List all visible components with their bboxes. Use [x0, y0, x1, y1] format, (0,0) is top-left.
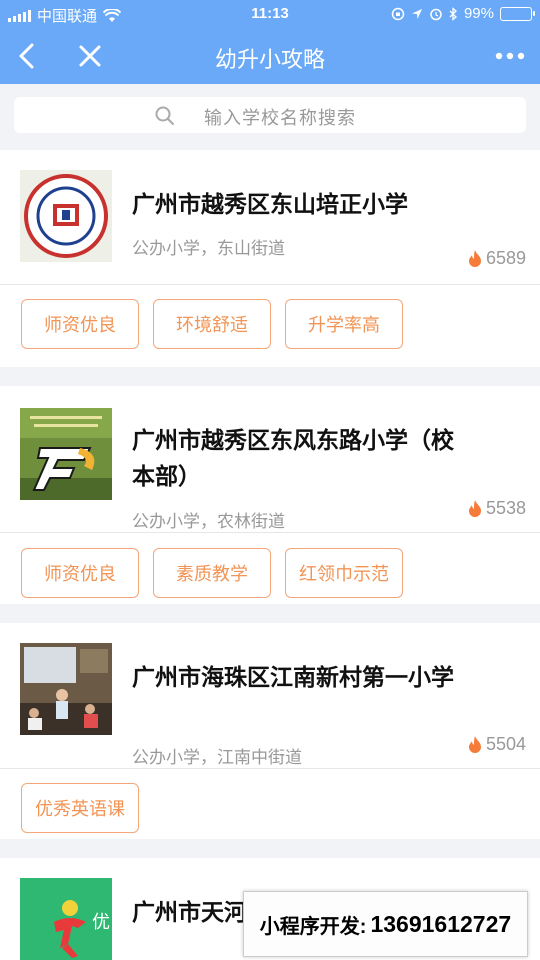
school-info: 公办小学，东山街道 — [132, 239, 285, 258]
search-area: 输入学校名称搜索 — [0, 84, 540, 148]
popularity-count: 6589 — [485, 248, 526, 268]
flame-icon — [468, 499, 481, 517]
battery-percent: 99% — [463, 5, 494, 22]
school-info: 公办小学，江南中街道 — [132, 748, 302, 767]
school-tag[interactable]: 优秀英语课 — [21, 783, 139, 833]
search-placeholder: 输入学校名称搜索 — [204, 108, 356, 128]
school-card[interactable]: 广州市越秀区东风东路小学（校本部） 公办小学，农林街道 5538 师资优良 素质… — [0, 386, 540, 604]
school-tag[interactable]: 素质教学 — [153, 548, 271, 598]
bluetooth-icon — [449, 6, 457, 21]
location-icon — [411, 8, 422, 19]
search-icon — [155, 106, 174, 125]
popularity-count: 5538 — [485, 498, 526, 518]
more-icon[interactable] — [490, 38, 530, 74]
developer-phone: 13691612727 — [370, 910, 512, 937]
status-bar: 中国联通 11:13 99% — [0, 0, 540, 28]
school-logo — [20, 170, 112, 262]
school-tag[interactable]: 师资优良 — [21, 548, 139, 598]
school-logo: 优 — [20, 878, 112, 960]
svg-text:优: 优 — [92, 912, 110, 933]
divider — [0, 532, 540, 533]
school-name: 广州市海珠区江南新村第一小学 — [132, 664, 454, 690]
school-tag[interactable]: 升学率高 — [285, 299, 403, 349]
popularity: 5538 — [466, 498, 526, 519]
school-photo — [20, 643, 112, 735]
popularity: 6589 — [466, 248, 526, 269]
page-title: 幼升小攻略 — [214, 47, 325, 72]
divider — [0, 284, 540, 285]
school-card[interactable]: 广州市越秀区东山培正小学 公办小学，东山街道 6589 师资优良 环境舒适 升学… — [0, 150, 540, 367]
flame-icon — [468, 249, 481, 267]
school-card[interactable]: 广州市海珠区江南新村第一小学 公办小学，江南中街道 5504 优秀英语课 — [0, 623, 540, 839]
popularity-count: 5504 — [485, 734, 526, 754]
search-input[interactable]: 输入学校名称搜索 — [14, 97, 526, 133]
developer-label: 小程序开发: — [259, 915, 367, 938]
school-name: 广州市越秀区东山培正小学 — [132, 191, 408, 217]
developer-contact-banner: 小程序开发: 13691612727 — [243, 891, 528, 957]
school-logo — [20, 408, 112, 500]
school-info: 公办小学，农林街道 — [132, 512, 285, 531]
divider — [0, 768, 540, 769]
popularity: 5504 — [466, 734, 526, 755]
school-name: 广州市越秀区东风东路小学（校本部） — [132, 427, 454, 489]
rotation-lock-icon — [391, 7, 405, 20]
nav-bar: 幼升小攻略 — [0, 28, 540, 84]
alarm-icon — [430, 8, 442, 20]
battery-icon — [500, 6, 535, 21]
school-tag[interactable]: 师资优良 — [21, 299, 139, 349]
school-tag[interactable]: 环境舒适 — [153, 299, 271, 349]
flame-icon — [468, 735, 481, 753]
school-tag[interactable]: 红领巾示范 — [285, 548, 403, 598]
